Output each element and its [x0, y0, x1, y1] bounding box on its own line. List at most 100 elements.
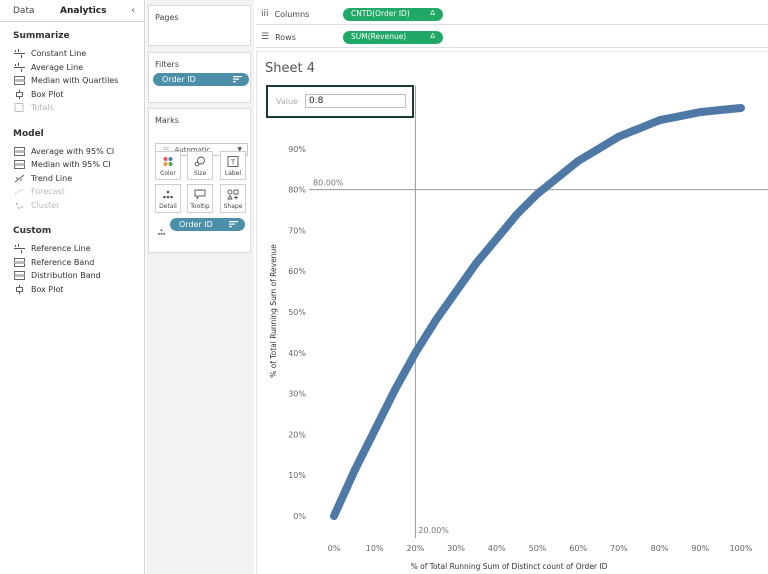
- delta-icon: Δ: [430, 32, 435, 40]
- boxplot-icon: [14, 89, 25, 99]
- filter-icon: [233, 75, 242, 83]
- filter-pill-order-id[interactable]: Order ID: [153, 73, 249, 86]
- columns-shelf[interactable]: iii Columns CNTD(Order ID) Δ: [256, 4, 768, 25]
- sheet-title[interactable]: Sheet 4: [265, 61, 315, 76]
- color-icon: [162, 156, 174, 167]
- value-label: Value: [276, 97, 298, 106]
- analytics-item-distribution-band[interactable]: Distribution Band: [0, 269, 144, 283]
- tab-analytics[interactable]: Analytics: [50, 0, 122, 21]
- size-icon: [194, 156, 206, 167]
- reference-value-input[interactable]: 0.8: [305, 94, 406, 108]
- analytics-item-reference-band[interactable]: Reference Band: [0, 256, 144, 270]
- shape-icon: [227, 189, 239, 200]
- cards-column: Pages Filters Order ID Marks ☷ Automatic…: [146, 0, 254, 574]
- analytics-item-label: Median with 95% CI: [31, 160, 111, 170]
- filter-pill-label: Order ID: [162, 75, 196, 84]
- boxplot-icon: [14, 284, 25, 294]
- analytics-item-average-with-95-ci[interactable]: Average with 95% CI: [0, 145, 144, 159]
- section-title-custom: Custom: [13, 226, 52, 236]
- filter-icon: [229, 220, 238, 228]
- analytics-item-label: Box Plot: [31, 89, 64, 99]
- detail-icon: [162, 189, 174, 200]
- marks-card-title: Marks: [155, 116, 179, 125]
- collapse-pane-icon[interactable]: ‹: [131, 5, 135, 16]
- marks-detail-label: Detail: [159, 203, 177, 210]
- tooltip-icon: [194, 189, 206, 200]
- delta-icon: Δ: [430, 9, 435, 17]
- x-tick-label: 90%: [691, 544, 709, 553]
- rows-pill-sum-revenue[interactable]: SUM(Revenue) Δ: [343, 31, 443, 44]
- analytics-item-trend-line[interactable]: Trend Line: [0, 172, 144, 186]
- marks-card: Marks ☷ Automatic ▼ Color Size T Label D…: [148, 108, 251, 253]
- section-title-summarize: Summarize: [13, 31, 70, 41]
- y-tick-label: 90%: [288, 145, 306, 154]
- y-tick-label: 80%: [288, 186, 306, 195]
- forecast-icon: [14, 187, 25, 196]
- marks-shape-button[interactable]: Shape: [220, 184, 246, 213]
- svg-text:T: T: [230, 158, 236, 166]
- analytics-item-box-plot[interactable]: Box Plot: [0, 283, 144, 297]
- columns-icon: iii: [261, 9, 269, 19]
- analytics-item-label: Box Plot: [31, 284, 64, 294]
- pane-tabs: Data Analytics: [0, 0, 144, 22]
- x-tick-label: 60%: [569, 544, 587, 553]
- line-icon: [14, 244, 25, 254]
- rows-shelf-label: ☰ Rows: [261, 32, 296, 42]
- detail-field-icon: [157, 221, 166, 240]
- totals-icon: [14, 103, 25, 113]
- analytics-item-average-line[interactable]: Average Line: [0, 61, 144, 75]
- analytics-item-median-with-quartiles[interactable]: Median with Quartiles: [0, 74, 144, 88]
- pages-card[interactable]: Pages: [148, 5, 251, 46]
- analytics-item-label: Average Line: [31, 62, 84, 72]
- x-tick-label: 70%: [610, 544, 628, 553]
- tableau-workspace: Data Analytics ‹ Summarize Constant Line A…: [0, 0, 768, 574]
- x-tick-label: 0%: [328, 544, 341, 553]
- marks-size-button[interactable]: Size: [187, 151, 213, 180]
- y-tick-label: 0%: [293, 512, 306, 521]
- band-icon: [14, 257, 25, 267]
- x-tick-label: 80%: [651, 544, 669, 553]
- analytics-item-label: Trend Line: [31, 173, 73, 183]
- y-tick-label: 30%: [288, 390, 306, 399]
- reference-line-label: 20.00%: [418, 526, 449, 535]
- filters-card[interactable]: Filters Order ID: [148, 52, 251, 103]
- rows-shelf[interactable]: ☰ Rows SUM(Revenue) Δ: [256, 27, 768, 48]
- y-tick-label: 20%: [288, 430, 306, 439]
- series-line: [330, 104, 745, 520]
- marks-label-label: Label: [224, 170, 242, 177]
- y-tick-label: 10%: [288, 471, 306, 480]
- x-tick-label: 30%: [447, 544, 465, 553]
- reference-value-editor: Value 0.8: [266, 85, 414, 118]
- analytics-item-forecast: Forecast: [0, 185, 144, 199]
- label-icon: T: [227, 156, 239, 167]
- analytics-item-median-with-95-ci[interactable]: Median with 95% CI: [0, 158, 144, 172]
- analytics-item-label: Reference Band: [31, 257, 95, 267]
- band-icon: [14, 160, 25, 170]
- analytics-item-label: Distribution Band: [31, 271, 101, 281]
- x-tick-label: 100%: [730, 544, 753, 553]
- analytics-item-label: Reference Line: [31, 244, 91, 254]
- analytics-item-label: Median with Quartiles: [31, 76, 119, 86]
- marks-size-label: Size: [193, 170, 207, 177]
- marks-label-button[interactable]: T Label: [220, 151, 246, 180]
- detail-pill-order-id[interactable]: Order ID: [170, 218, 245, 231]
- tab-data[interactable]: Data: [0, 0, 50, 21]
- x-tick-label: 50%: [529, 544, 547, 553]
- analytics-item-box-plot[interactable]: Box Plot: [0, 88, 144, 102]
- analytics-item-constant-line[interactable]: Constant Line: [0, 47, 144, 61]
- analytics-item-label: Forecast: [31, 187, 65, 197]
- marks-shape-label: Shape: [223, 203, 243, 210]
- y-tick-label: 60%: [288, 267, 306, 276]
- marks-detail-button[interactable]: Detail: [155, 184, 181, 213]
- line-icon: [14, 62, 25, 72]
- x-axis-title: % of Total Running Sum of Distinct count…: [411, 562, 608, 571]
- analytics-pane: Data Analytics ‹ Summarize Constant Line A…: [0, 0, 145, 574]
- analytics-item-cluster: Cluster: [0, 199, 144, 213]
- columns-pill-cntd-order-id[interactable]: CNTD(Order ID) Δ: [343, 8, 443, 21]
- worksheet: 0% 10% 20% 30% 40% 50% 60% 70% 80% 90% 0% 10% 20% 30%…: [256, 51, 768, 574]
- analytics-item-reference-line[interactable]: Reference Line: [0, 242, 144, 256]
- marks-color-button[interactable]: Color: [155, 151, 181, 180]
- y-tick-label: 50%: [288, 308, 306, 317]
- marks-tooltip-button[interactable]: Tooltip: [187, 184, 213, 213]
- x-tick-label: 40%: [488, 544, 506, 553]
